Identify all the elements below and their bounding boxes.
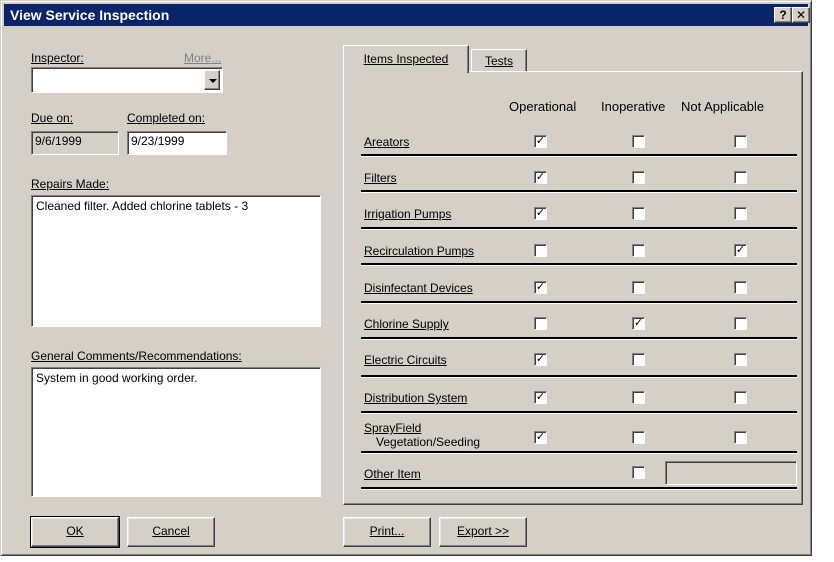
export-button-label: Export >>: [456, 524, 510, 538]
checkbox-inoperative[interactable]: [632, 244, 645, 257]
repairs-made-textarea[interactable]: Cleaned filter. Added chlorine tablets -…: [31, 195, 321, 327]
checkbox-inoperative[interactable]: [632, 431, 645, 444]
row-divider: [361, 301, 797, 304]
row-divider: [361, 375, 797, 378]
checkbox-inoperative[interactable]: [632, 207, 645, 220]
item-label: Irrigation Pumps: [364, 207, 452, 221]
print-button[interactable]: Print...: [343, 517, 431, 547]
checkbox-not-applicable[interactable]: [734, 353, 747, 366]
tab-items-inspected[interactable]: Items Inspected: [343, 45, 469, 73]
checkbox-operational[interactable]: ✓: [534, 135, 547, 148]
row-divider: [361, 337, 797, 340]
general-comments-textarea[interactable]: System in good working order.: [31, 367, 321, 497]
export-button[interactable]: Export >>: [439, 517, 527, 547]
inspector-label: Inspector:: [31, 51, 84, 65]
cancel-button[interactable]: Cancel: [127, 517, 215, 547]
item-label: Disinfectant Devices: [364, 281, 473, 295]
inspector-combo[interactable]: [31, 67, 223, 93]
ok-button[interactable]: OK: [30, 516, 120, 548]
row-divider: [361, 487, 797, 490]
item-label: Chlorine Supply: [364, 317, 449, 331]
cancel-button-label: Cancel: [152, 524, 190, 538]
checkbox-inoperative[interactable]: [632, 171, 645, 184]
checkbox-inoperative[interactable]: [632, 135, 645, 148]
due-on-label: Due on:: [31, 111, 74, 125]
item-label: Recirculation Pumps: [364, 244, 475, 258]
tab-tests[interactable]: Tests: [471, 49, 527, 71]
checkbox-inoperative[interactable]: ✓: [632, 317, 645, 330]
other-item-checkbox[interactable]: [632, 466, 645, 479]
checkbox-operational[interactable]: [534, 244, 547, 257]
checkbox-operational[interactable]: ✓: [534, 391, 547, 404]
title-bar: View Service Inspection ? ✕: [4, 4, 810, 26]
item-label: Distribution System: [364, 391, 468, 405]
checkbox-operational[interactable]: ✓: [534, 353, 547, 366]
completed-on-label: Completed on:: [127, 111, 206, 125]
other-item-field[interactable]: [665, 461, 797, 485]
row-divider: [361, 411, 797, 414]
checkbox-operational[interactable]: ✓: [534, 207, 547, 220]
close-button[interactable]: ✕: [792, 7, 810, 23]
ok-button-label: OK: [66, 524, 84, 538]
item-label-line1: SprayField: [364, 421, 422, 435]
item-label: Areators: [364, 135, 410, 149]
row-divider: [361, 451, 797, 454]
tab-items-inspected-label: Items Inspected: [363, 52, 449, 66]
item-label: SprayField Vegetation/Seeding: [364, 421, 480, 449]
window-title: View Service Inspection: [10, 7, 170, 23]
repairs-made-label: Repairs Made:: [31, 177, 110, 191]
checkbox-not-applicable[interactable]: [734, 317, 747, 330]
column-header-operational: Operational: [509, 99, 577, 114]
more-link[interactable]: More...: [184, 51, 221, 65]
general-comments-label: General Comments/Recommendations:: [31, 349, 242, 363]
service-inspection-dialog: View Service Inspection ? ✕ Inspector: M…: [0, 0, 812, 556]
completed-on-field[interactable]: 9/23/1999: [127, 131, 227, 155]
help-button[interactable]: ?: [774, 7, 792, 23]
item-label: Filters: [364, 171, 397, 185]
print-button-label: Print...: [369, 524, 405, 538]
due-on-field: 9/6/1999: [31, 131, 119, 155]
checkbox-operational[interactable]: [534, 317, 547, 330]
checkbox-operational[interactable]: ✓: [534, 431, 547, 444]
checkbox-not-applicable[interactable]: [734, 391, 747, 404]
checkbox-not-applicable[interactable]: [734, 431, 747, 444]
item-label-line2: Vegetation/Seeding: [376, 435, 481, 449]
checkbox-not-applicable[interactable]: [734, 281, 747, 294]
checkbox-operational[interactable]: ✓: [534, 171, 547, 184]
row-divider: [361, 263, 797, 266]
item-label: Electric Circuits: [364, 353, 447, 367]
row-divider: [361, 227, 797, 230]
column-header-inoperative: Inoperative: [601, 99, 666, 114]
checkbox-operational[interactable]: ✓: [534, 281, 547, 294]
checkbox-not-applicable[interactable]: [734, 135, 747, 148]
column-header-not-applicable: Not Applicable: [681, 99, 765, 114]
chevron-down-icon[interactable]: [204, 70, 220, 90]
checkbox-not-applicable[interactable]: ✓: [734, 244, 747, 257]
row-divider: [361, 190, 797, 193]
checkbox-not-applicable[interactable]: [734, 207, 747, 220]
checkbox-inoperative[interactable]: [632, 281, 645, 294]
checkbox-not-applicable[interactable]: [734, 171, 747, 184]
other-item-label: Other Item: [364, 467, 421, 481]
tab-tests-label: Tests: [484, 54, 513, 68]
checkbox-inoperative[interactable]: [632, 353, 645, 366]
row-divider: [361, 154, 797, 157]
checkbox-inoperative[interactable]: [632, 391, 645, 404]
